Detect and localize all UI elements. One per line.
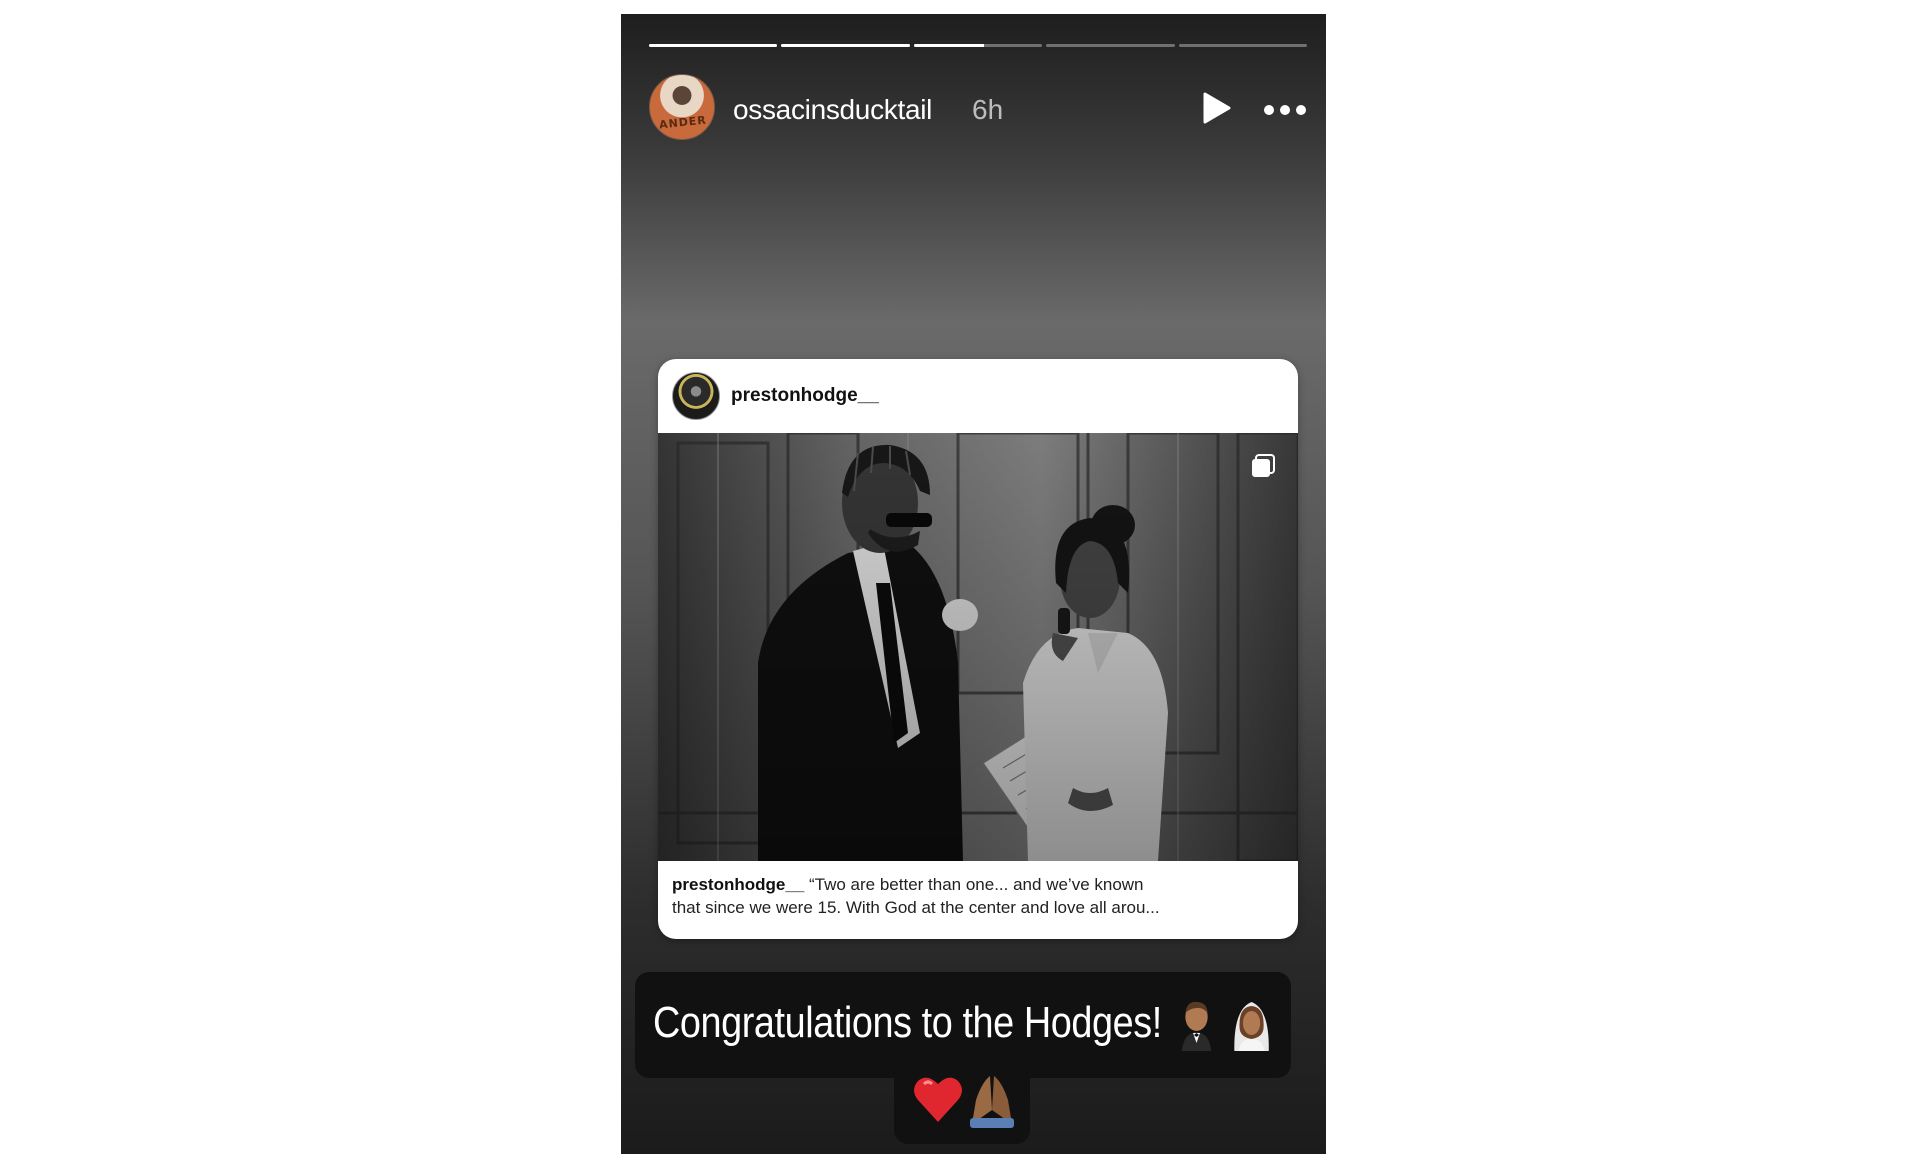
sticker-text: Congratulations to the Hodges! — [653, 998, 1162, 1047]
progress-segment — [913, 44, 1043, 47]
caption-username: prestonhodge__ — [672, 875, 805, 894]
shared-post-avatar[interactable] — [672, 372, 720, 420]
groom-emoji — [1182, 1002, 1212, 1052]
wedding-photo: Marriage — [658, 433, 1298, 861]
shared-post-photo[interactable]: Marriage — [658, 433, 1298, 861]
caption-line-2: that since we were 15. With God at the c… — [672, 898, 1160, 917]
author-avatar[interactable]: ANDER — [649, 74, 715, 140]
sticker-text-row: Congratulations to the Hodges! — [653, 998, 1271, 1052]
folded-hands-emoji — [970, 1076, 1014, 1128]
progress-segment — [1178, 44, 1308, 47]
bride-emoji — [1234, 1002, 1269, 1052]
carousel-icon — [1252, 454, 1275, 477]
avatar-jersey-text: ANDER — [658, 113, 708, 132]
story-progress-bar — [649, 44, 1308, 47]
red-heart-emoji — [914, 1077, 962, 1122]
progress-segment — [1046, 44, 1175, 47]
shared-post-header: prestonhodge__ — [658, 359, 1298, 433]
author-username[interactable]: ossacinsducktail — [733, 94, 932, 126]
caption-line-1: prestonhodge__ “Two are better than one.… — [672, 873, 1282, 896]
sticker-emojis — [914, 1076, 1014, 1128]
text-sticker[interactable]: Congratulations to the Hodges! — [635, 972, 1291, 1078]
story-viewer[interactable]: ANDER ossacinsducktail 6h prestonhodge__ — [621, 14, 1326, 1154]
sticker-emoji-tab — [894, 1076, 1030, 1144]
progress-segment — [649, 44, 778, 47]
play-icon[interactable] — [1201, 92, 1231, 124]
story-timestamp: 6h — [972, 94, 1004, 125]
caption-text-1: “Two are better than one... and we’ve kn… — [808, 875, 1144, 894]
progress-segment — [781, 44, 910, 47]
shared-post-username[interactable]: prestonhodge__ — [731, 385, 879, 407]
more-options-icon[interactable] — [1263, 104, 1307, 116]
shared-post-card[interactable]: prestonhodge__ prestonhodge__ “Two are b… — [658, 359, 1298, 939]
shared-post-caption[interactable]: prestonhodge__ “Two are better than one.… — [672, 873, 1282, 919]
story-header: ANDER ossacinsducktail 6h — [649, 74, 1306, 144]
